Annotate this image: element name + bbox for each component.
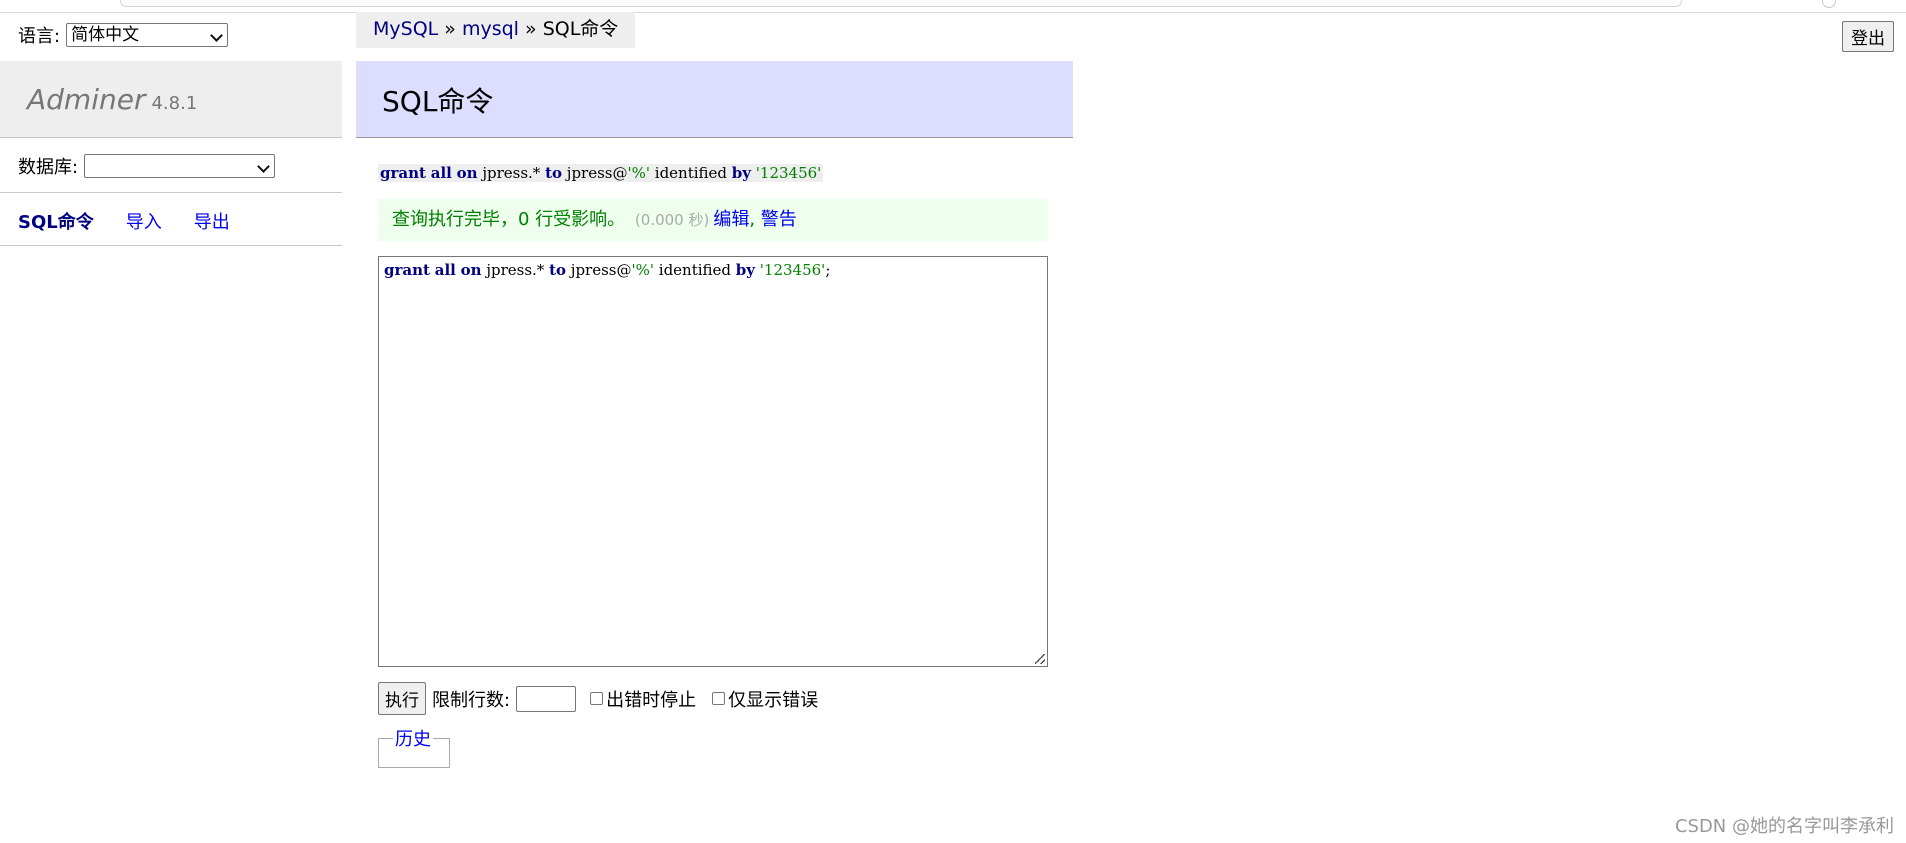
history-fieldset: 历史 [378, 725, 450, 768]
limit-input[interactable] [516, 685, 577, 712]
sql-keyword: grant [384, 261, 430, 279]
sql-keyword: grant [380, 164, 426, 182]
message-time: (0.000 秒) [634, 211, 710, 229]
logout-button[interactable]: 登出 [1842, 21, 1894, 52]
breadcrumb-server-link[interactable]: MySQL [373, 18, 438, 40]
stop-on-error-label[interactable]: 出错时停止 [606, 686, 696, 712]
resize-grip-icon[interactable] [1035, 654, 1045, 664]
sidebar-link-import[interactable]: 导入 [126, 208, 162, 234]
sql-string: '123456' [759, 261, 826, 279]
breadcrumb-database-link[interactable]: mysql [462, 18, 519, 40]
sidebar-link-export[interactable]: 导出 [194, 208, 230, 234]
language-label: 语言: [18, 26, 61, 47]
sql-keyword: on [460, 261, 482, 279]
sql-keyword: on [456, 164, 478, 182]
limit-label: 限制行数: [432, 689, 511, 711]
logo-box: Adminer 4.8.1 [0, 61, 342, 138]
only-errors-option[interactable]: 仅显示错误 [712, 686, 818, 712]
sql-keyword: by [731, 164, 752, 182]
database-label: 数据库: [18, 157, 79, 178]
page-title-bar: SQL命令 [356, 61, 1073, 138]
only-errors-checkbox[interactable] [712, 692, 726, 705]
execute-button[interactable]: 执行 [378, 682, 426, 715]
breadcrumb-current: SQL命令 [542, 18, 619, 40]
history-link[interactable]: 历史 [393, 725, 433, 751]
sql-text: jpress.* [482, 164, 546, 182]
message-text: 查询执行完毕，0 行受影响。 [392, 209, 626, 230]
success-message: 查询执行完毕，0 行受影响。 (0.000 秒) 编辑, 警告 [378, 199, 1048, 241]
sidebar-links: SQL命令 导入 导出 [18, 208, 230, 234]
sql-text: identified [650, 164, 732, 182]
language-select[interactable]: 简体中文 [66, 23, 229, 47]
logo[interactable]: Adminer 4.8.1 [27, 83, 197, 116]
sidebar-divider [0, 192, 342, 193]
breadcrumb-separator: » [438, 18, 462, 40]
language-row: 语言: 简体中文 [18, 22, 229, 48]
stop-on-error-checkbox[interactable] [590, 692, 604, 705]
query-controls: 执行 限制行数: 出错时停止 仅显示错误 [378, 682, 828, 715]
sql-string: '%' [631, 261, 655, 279]
sql-text: jpress@ [570, 261, 632, 279]
page-title: SQL命令 [382, 85, 494, 118]
sql-keyword: to [545, 164, 563, 182]
chevron-down-icon [257, 160, 270, 173]
sql-text: identified [654, 261, 736, 279]
edit-link[interactable]: 编辑 [713, 209, 749, 230]
sql-string: '123456' [755, 164, 822, 182]
only-errors-label[interactable]: 仅显示错误 [728, 686, 818, 712]
breadcrumb-separator: » [518, 18, 543, 40]
warnings-link[interactable]: 警告 [761, 209, 797, 230]
sql-keyword: all [430, 164, 452, 182]
logo-version: 4.8.1 [151, 93, 198, 114]
sql-text: jpress@ [566, 164, 628, 182]
sql-text: ; [825, 261, 831, 279]
address-bar-edge [120, 0, 1682, 7]
executed-sql: grant all on jpress.* to jpress@'%' iden… [378, 164, 824, 182]
sql-text: jpress.* [486, 261, 550, 279]
breadcrumb: MySQL » mysql » SQL命令 [356, 12, 636, 48]
sql-keyword: all [434, 261, 456, 279]
sql-keyword: to [549, 261, 567, 279]
sidebar-divider [0, 245, 342, 246]
browser-chrome-edge [0, 0, 1906, 13]
sql-textarea[interactable]: grant all on jpress.* to jpress@'%' iden… [378, 256, 1048, 667]
chevron-down-icon [210, 29, 223, 42]
stop-on-error-option[interactable]: 出错时停止 [590, 686, 696, 712]
watermark: CSDN @她的名字叫李承利 [1674, 816, 1894, 837]
sql-editor-content: grant all on jpress.* to jpress@'%' iden… [384, 261, 830, 279]
message-comma: , [749, 209, 761, 230]
logo-name: Adminer [27, 83, 146, 116]
sql-keyword: by [735, 261, 756, 279]
browser-profile-icon [1822, 0, 1836, 8]
language-select-value: 简体中文 [71, 25, 140, 45]
sql-string: '%' [627, 164, 651, 182]
database-select[interactable] [84, 154, 276, 178]
sidebar-link-sql-command[interactable]: SQL命令 [18, 208, 94, 234]
database-row: 数据库: [18, 153, 276, 179]
